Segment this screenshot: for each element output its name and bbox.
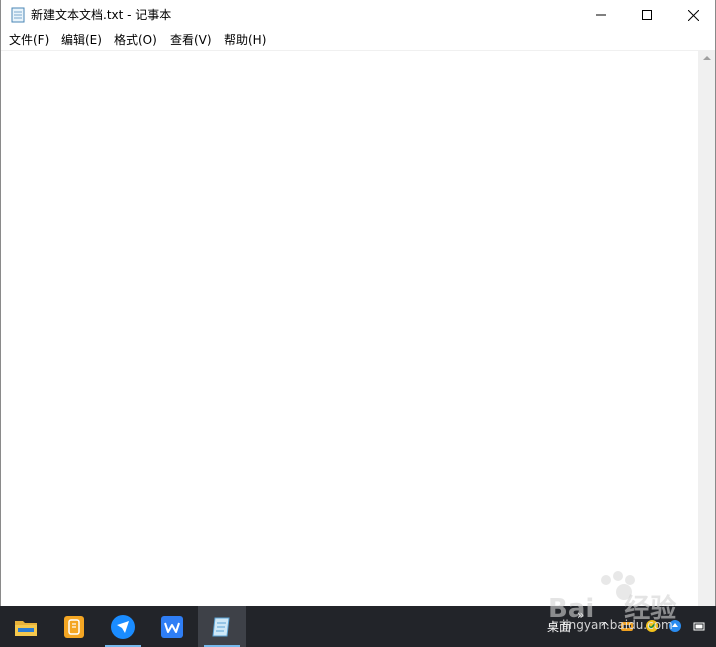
menu-help[interactable]: 帮助(H) xyxy=(224,32,266,48)
file-explorer-icon xyxy=(15,620,37,636)
notepad-app-icon[interactable] xyxy=(11,7,25,23)
taskbar-feishu-app[interactable] xyxy=(99,606,147,647)
close-icon xyxy=(687,9,699,21)
baidu-watermark-url: jingyan.baidu.com xyxy=(562,618,673,632)
notepad-icon xyxy=(212,617,230,636)
maximize-button[interactable] xyxy=(624,0,670,30)
close-button[interactable] xyxy=(670,0,716,30)
tray-battery-icon[interactable] xyxy=(692,619,706,633)
minimize-button[interactable] xyxy=(578,0,624,30)
notes-app-icon xyxy=(64,615,84,638)
taskbar-wps-office[interactable] xyxy=(148,606,196,647)
scroll-up-icon[interactable] xyxy=(703,56,711,60)
menu-bar: 文件(F) 编辑(E) 格式(O) 查看(V) 帮助(H) xyxy=(1,30,715,50)
vertical-scrollbar[interactable] xyxy=(698,50,715,606)
menu-edit[interactable]: 编辑(E) xyxy=(61,32,102,48)
maximize-icon xyxy=(642,10,652,20)
minimize-icon xyxy=(596,14,606,16)
menu-view[interactable]: 查看(V) xyxy=(170,32,212,48)
taskbar-notepad[interactable] xyxy=(198,606,246,647)
taskbar-notes-app[interactable] xyxy=(50,606,98,647)
title-bar[interactable]: 新建文本文档.txt - 记事本 xyxy=(1,0,715,30)
taskbar-file-explorer[interactable] xyxy=(2,606,50,647)
wps-office-icon xyxy=(161,615,183,638)
menu-file[interactable]: 文件(F) xyxy=(9,32,49,48)
feishu-app-icon xyxy=(111,614,135,639)
text-editor-area[interactable] xyxy=(1,50,698,607)
menu-format[interactable]: 格式(O) xyxy=(114,32,157,48)
notepad-window: 新建文本文档.txt - 记事本 文件(F) 编辑(E) 格式(O) 查看(V)… xyxy=(0,0,716,607)
window-title: 新建文本文档.txt - 记事本 xyxy=(31,8,172,22)
